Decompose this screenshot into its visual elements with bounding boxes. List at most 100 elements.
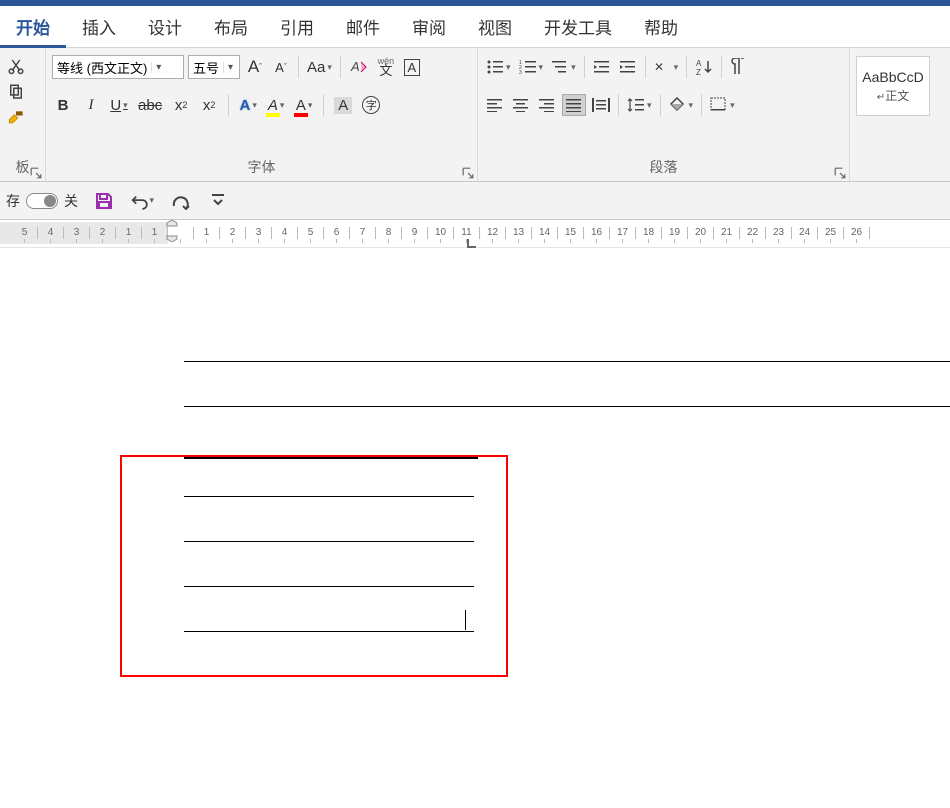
subscript-button[interactable]: x2 [170, 94, 192, 116]
italic-button[interactable]: I [80, 94, 102, 116]
align-justify-button[interactable] [562, 94, 586, 116]
phonetic-guide-button[interactable]: wén 文 [375, 56, 397, 78]
sort-button[interactable]: AZ [693, 56, 715, 78]
font-dialog-launcher[interactable] [462, 166, 474, 178]
cut-button[interactable] [6, 56, 26, 76]
font-size-combo[interactable]: 五号 ▾ [188, 55, 240, 79]
tab-insert[interactable]: 插入 [66, 6, 132, 45]
ruler-tick: 5 [12, 227, 38, 239]
ruler-tick: 16 [584, 227, 610, 239]
ruler-tick: 26 [844, 227, 870, 239]
save-button[interactable] [92, 189, 116, 213]
shrink-font-button[interactable]: Aˇ [270, 56, 292, 78]
separator [701, 94, 702, 116]
line-spacing-button[interactable]: ▾ [625, 94, 654, 116]
tab-help[interactable]: 帮助 [628, 6, 694, 45]
ruler-tick: 2 [220, 227, 246, 239]
font-size-value: 五号 [189, 58, 223, 77]
underscore-line [184, 361, 950, 362]
qat-customize-button[interactable] [206, 189, 230, 213]
paragraph-dialog-launcher[interactable] [834, 166, 846, 178]
tab-view[interactable]: 视图 [462, 6, 528, 45]
ruler-tick: 6 [324, 227, 350, 239]
clipboard-dialog-launcher[interactable] [30, 166, 42, 178]
separator [660, 94, 661, 116]
format-painter-button[interactable] [6, 108, 26, 128]
clear-formatting-button[interactable]: A [347, 56, 371, 78]
chevron-down-icon[interactable]: ▾ [151, 62, 165, 73]
align-center-button[interactable] [510, 94, 532, 116]
superscript-button[interactable]: x2 [198, 94, 220, 116]
distributed-button[interactable] [590, 94, 612, 116]
svg-text:Z: Z [696, 68, 701, 76]
tab-layout[interactable]: 布局 [198, 6, 264, 45]
autosave-label: 存 [6, 191, 20, 211]
separator [618, 94, 619, 116]
ribbon: 板 等线 (西文正文) ▾ 五号 ▾ Aˆ Aˇ Aa▾ [0, 48, 950, 182]
tab-design[interactable]: 设计 [132, 6, 198, 45]
ruler-tick: 21 [714, 227, 740, 239]
enclose-characters-button[interactable]: 字 [360, 94, 382, 116]
ruler-tick: 12 [480, 227, 506, 239]
align-left-button[interactable] [484, 94, 506, 116]
font-color-button[interactable]: A▾ [293, 94, 315, 116]
highlight-color-button[interactable]: A▾ [265, 94, 287, 116]
ruler-tick: 19 [662, 227, 688, 239]
ruler-tick: 2 [90, 227, 116, 239]
underscore-line [184, 586, 474, 587]
separator [645, 56, 646, 78]
borders-button[interactable]: ▾ [708, 94, 737, 116]
change-case-button[interactable]: Aa▾ [305, 56, 334, 78]
bold-button[interactable]: B [52, 94, 74, 116]
svg-text:A: A [350, 59, 360, 74]
tab-references[interactable]: 引用 [264, 6, 330, 45]
shading-button[interactable]: ▾ [667, 94, 696, 116]
ruler-tick: 18 [636, 227, 662, 239]
horizontal-ruler[interactable]: 5 4 3 2 1 1 1 2 3 4 5 6 7 8 9 10 11 12 1… [0, 220, 950, 248]
quick-access-toolbar: 存 关 ▾ [0, 182, 950, 220]
ruler-tick: 14 [532, 227, 558, 239]
copy-button[interactable] [6, 82, 26, 102]
asian-layout-button[interactable]: ✕▾ [652, 56, 681, 78]
multilevel-list-button[interactable]: ▾ [549, 56, 578, 78]
increase-indent-button[interactable] [617, 56, 639, 78]
align-right-button[interactable] [536, 94, 558, 116]
tab-review[interactable]: 审阅 [396, 6, 462, 45]
group-styles: AaBbCcD ↵正文 [850, 48, 936, 181]
underscore-line [184, 496, 474, 497]
tab-mailings[interactable]: 邮件 [330, 6, 396, 45]
show-paragraph-marks-button[interactable] [728, 56, 750, 78]
text-cursor [465, 610, 466, 630]
bullets-button[interactable]: ▾ [484, 56, 513, 78]
character-border-button[interactable]: A [401, 56, 423, 78]
underscore-line [184, 631, 474, 632]
ruler-tick: 1 [116, 227, 142, 239]
autosave-state: 关 [64, 191, 78, 211]
grow-font-button[interactable]: Aˆ [244, 56, 266, 78]
ruler-tick: 3 [246, 227, 272, 239]
chevron-down-icon[interactable]: ▾ [223, 62, 237, 73]
decrease-indent-button[interactable] [591, 56, 613, 78]
autosave-toggle[interactable]: 存 关 [6, 191, 78, 211]
ruler-tick: 10 [428, 227, 454, 239]
svg-text:A: A [696, 59, 702, 68]
redo-button[interactable] [168, 189, 192, 213]
character-shading-button[interactable]: A [332, 94, 354, 116]
ruler-tick: 23 [766, 227, 792, 239]
ruler-tick: 8 [376, 227, 402, 239]
tab-developer[interactable]: 开发工具 [528, 6, 628, 45]
document-canvas[interactable] [0, 248, 950, 808]
ruler-tick: 20 [688, 227, 714, 239]
underline-button[interactable]: U▾ [108, 94, 130, 116]
ruler-tick: 22 [740, 227, 766, 239]
separator [721, 56, 722, 78]
text-effects-button[interactable]: A▾ [237, 94, 259, 116]
numbering-button[interactable]: 123▾ [517, 56, 546, 78]
annotation-rectangle [120, 455, 508, 677]
undo-button[interactable]: ▾ [130, 189, 154, 213]
font-name-combo[interactable]: 等线 (西文正文) ▾ [52, 55, 184, 79]
switch-off-icon [26, 193, 58, 209]
tab-home[interactable]: 开始 [0, 6, 66, 48]
strikethrough-button[interactable]: abc [136, 94, 164, 116]
style-normal[interactable]: AaBbCcD ↵正文 [856, 56, 930, 116]
